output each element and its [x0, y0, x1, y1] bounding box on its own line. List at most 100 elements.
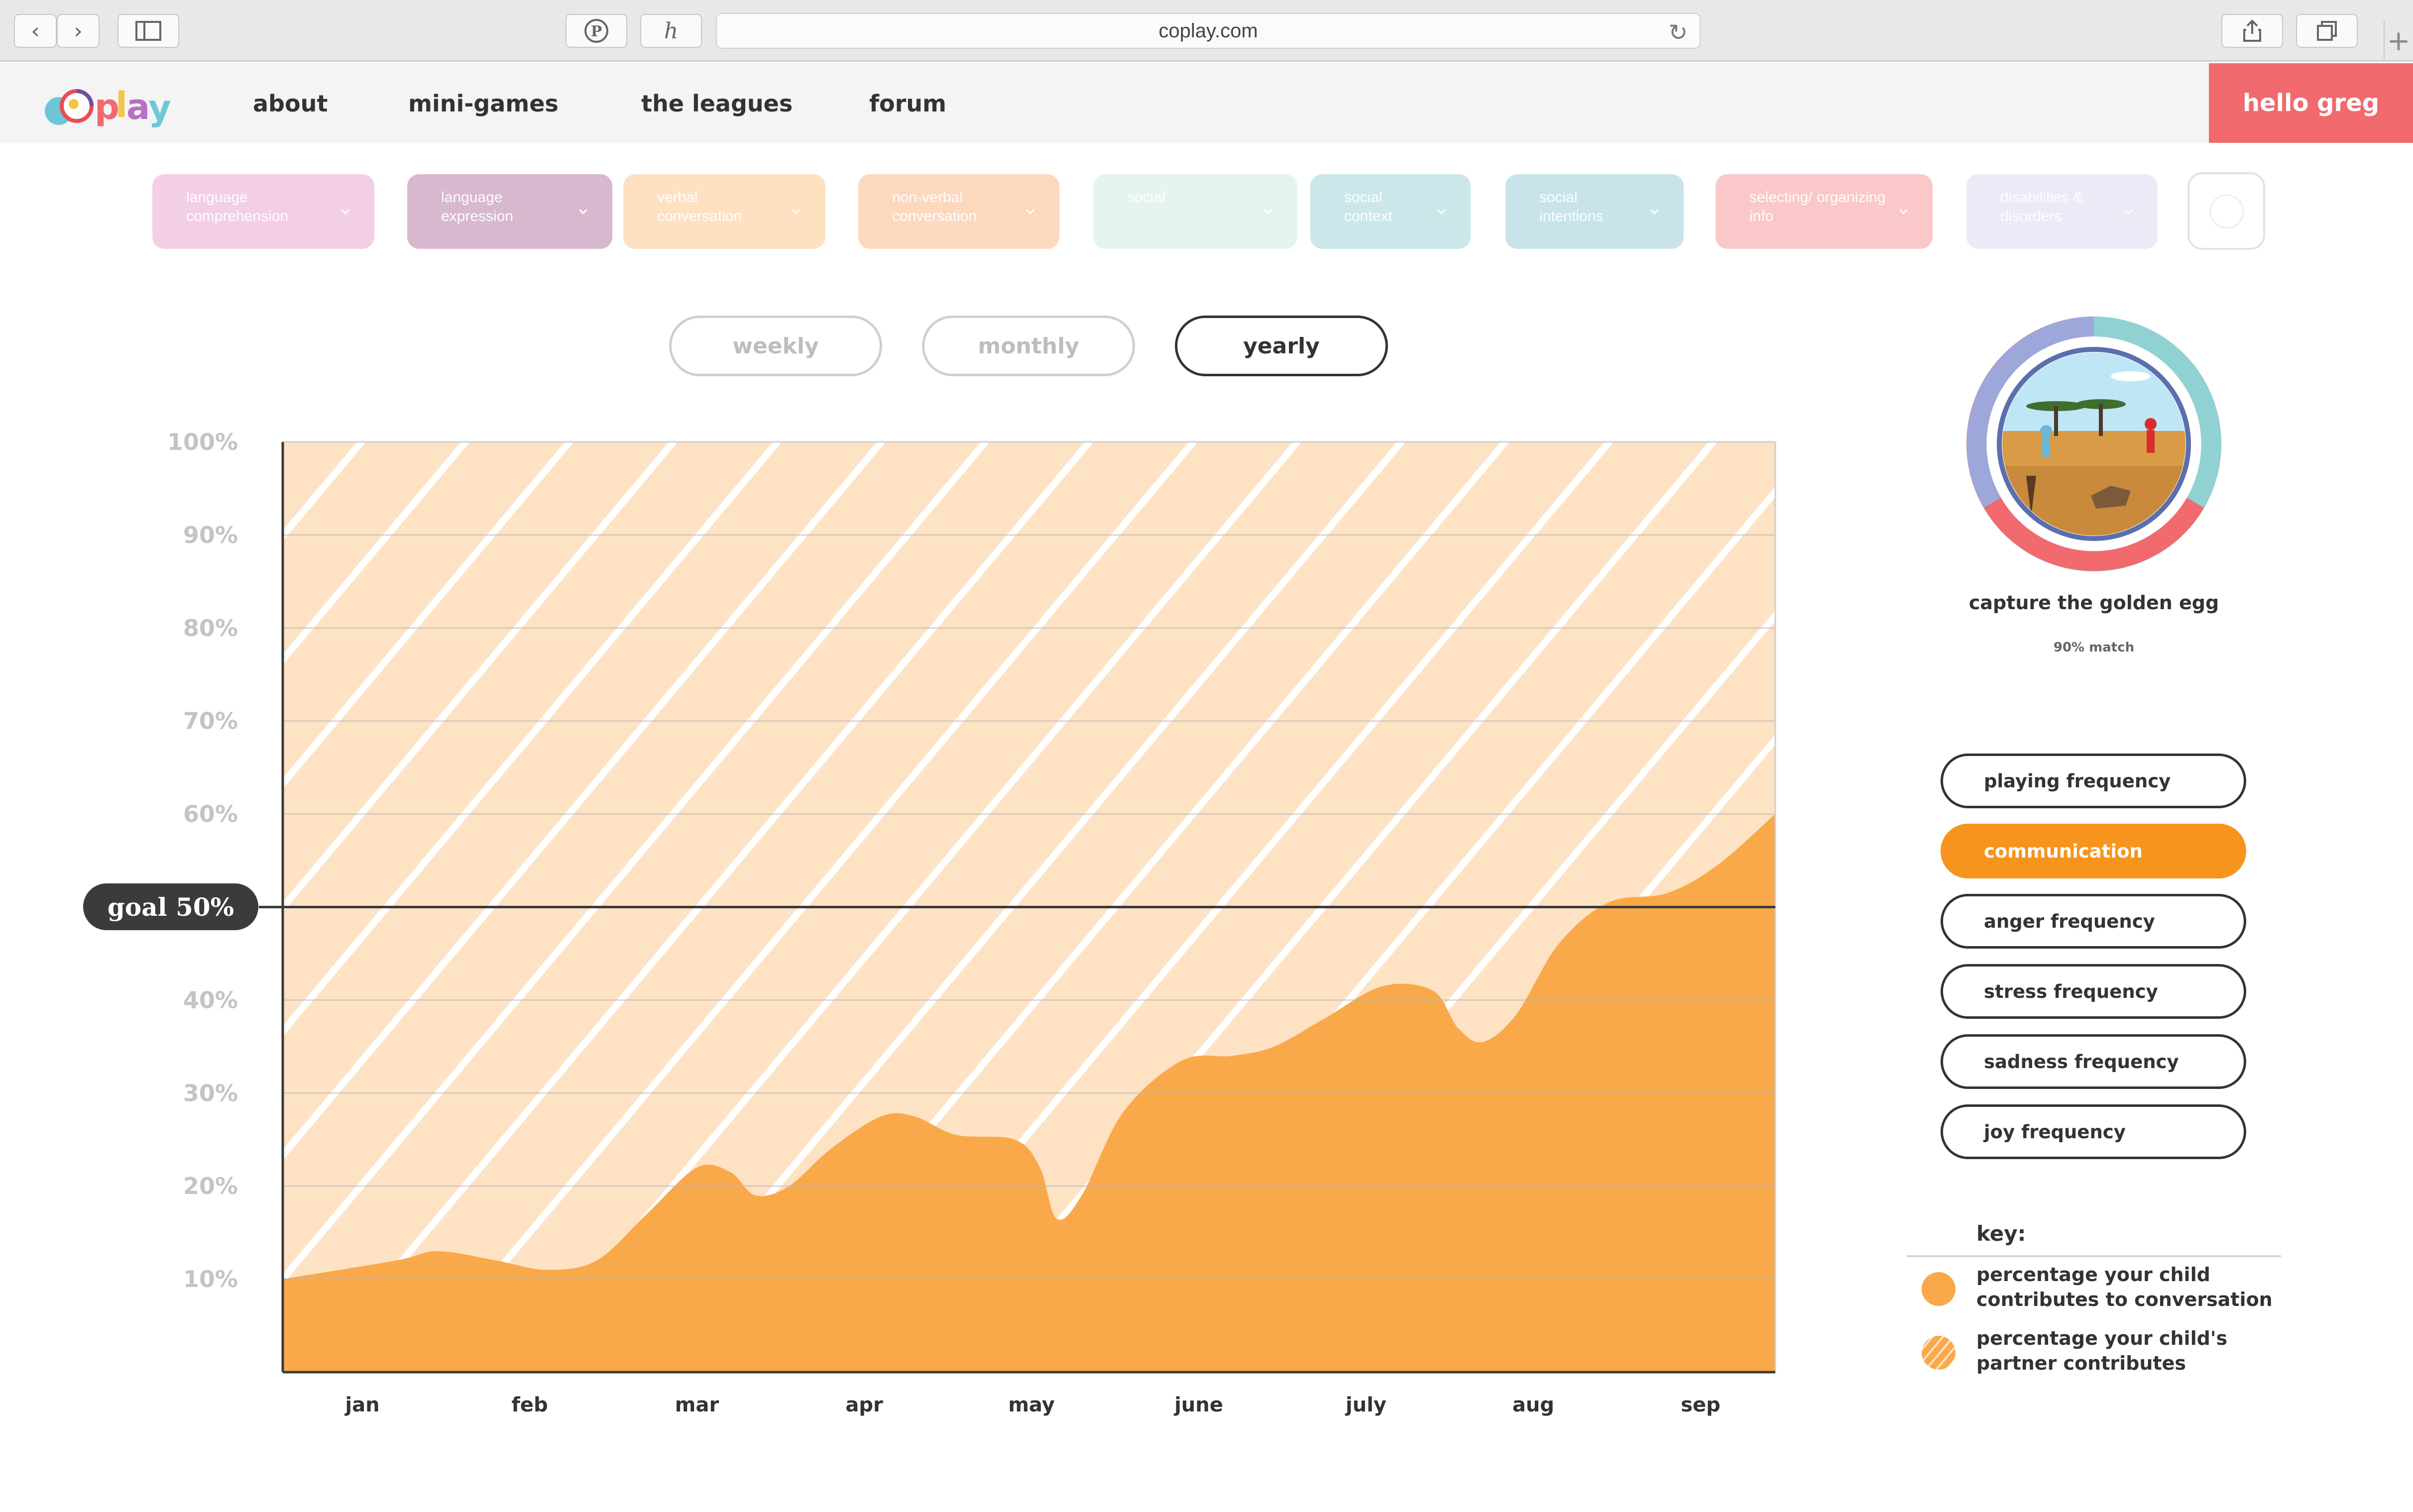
circle-icon — [2209, 194, 2244, 229]
key-solid-label: percentage your child contributes to con… — [1976, 1264, 2273, 1310]
metric-anger-frequency-button[interactable]: anger frequency — [1941, 894, 2246, 949]
y-tick-label: 40% — [183, 986, 238, 1013]
chevron-down-icon: ⌄ — [1895, 197, 1912, 218]
chevron-down-icon: ⌄ — [337, 197, 353, 218]
pinterest-icon: P — [584, 19, 608, 43]
mini-game-thumbnail[interactable] — [1966, 317, 2221, 571]
x-tick-label: sep — [1681, 1394, 1721, 1416]
chevron-down-icon: ⌄ — [1646, 197, 1663, 218]
y-tick-label: 60% — [183, 801, 238, 828]
plus-icon: + — [2387, 24, 2411, 57]
add-filter-button[interactable] — [2187, 172, 2265, 250]
svg-text:l: l — [115, 85, 125, 125]
chevron-down-icon: ⌄ — [1022, 197, 1038, 218]
nav-the-leagues[interactable]: the leagues — [641, 90, 793, 117]
user-greeting-button[interactable]: hello greg — [2209, 63, 2413, 143]
filter-chip-label: social intentions — [1539, 189, 1604, 224]
logo-mark: p l a y — [45, 85, 173, 128]
tabs-icon — [2317, 21, 2337, 41]
nav-about[interactable]: about — [253, 90, 328, 117]
filter-chip-label: verbal conversation — [657, 189, 742, 224]
y-tick-label: 70% — [183, 708, 238, 735]
chevron-down-icon: ⌄ — [1260, 197, 1276, 218]
coplay-logo[interactable]: p l a y — [39, 83, 173, 133]
filter-chip-4[interactable]: non-verbal conversation ⌄ — [858, 174, 1059, 249]
filter-chip-label: language comprehension — [186, 189, 289, 224]
key-striped-label: percentage your child's partner contribu… — [1976, 1327, 2228, 1374]
metric-sadness-frequency-button[interactable]: sadness frequency — [1941, 1034, 2246, 1089]
chevron-left-icon: ‹ — [31, 18, 40, 44]
svg-text:y: y — [148, 88, 171, 128]
filter-chip-8[interactable]: selecting/ organizing info ⌄ — [1716, 174, 1933, 249]
game-match: 90% match — [2053, 640, 2135, 655]
x-axis-tick-labels: jan feb mar apr may june july aug sep — [344, 1394, 1720, 1416]
share-icon — [2243, 19, 2261, 42]
metric-playing-frequency-button[interactable]: playing frequency — [1941, 754, 2246, 808]
url-text: coplay.com — [1158, 19, 1258, 42]
reload-icon[interactable]: ↻ — [1668, 19, 1688, 46]
chevron-right-icon: › — [74, 18, 83, 44]
period-yearly-button[interactable]: yearly — [1175, 316, 1388, 376]
y-axis-tick-labels: 100% 90% 80% 70% 60% 40% 30% 20% 10% — [167, 429, 238, 1293]
x-tick-label: july — [1345, 1394, 1386, 1416]
share-button[interactable] — [2221, 14, 2283, 48]
y-tick-label: 90% — [183, 522, 238, 548]
chevron-down-icon: ⌄ — [788, 197, 804, 218]
filter-chip-label: language expression — [441, 189, 514, 224]
filter-chip-5[interactable]: social ⌄ — [1093, 174, 1297, 249]
filter-chip-label: disabilities & disorders — [2000, 189, 2083, 224]
chevron-down-icon: ⌄ — [1433, 197, 1450, 218]
browser-toolbar: ‹ › P h coplay.com ↻ + — [0, 0, 2413, 62]
filter-chip-label: non-verbal conversation — [892, 189, 977, 224]
key-striped-swatch — [1922, 1336, 1955, 1370]
metric-joy-frequency-button[interactable]: joy frequency — [1941, 1104, 2246, 1159]
filter-chip-label: social context — [1344, 189, 1392, 224]
goal-badge: goal 50% — [83, 883, 258, 930]
sidebar-icon — [135, 21, 161, 41]
chevron-down-icon: ⌄ — [575, 197, 591, 218]
filter-chip-3[interactable]: verbal conversation ⌄ — [623, 174, 825, 249]
x-tick-label: june — [1173, 1394, 1223, 1416]
y-tick-label: 100% — [167, 429, 238, 455]
filter-chip-label: social — [1127, 189, 1165, 206]
key-solid-swatch — [1922, 1272, 1955, 1306]
filter-chip-2[interactable]: language expression ⌄ — [407, 174, 612, 249]
key-title: key: — [1976, 1221, 2026, 1246]
nav-forum[interactable]: forum — [869, 90, 946, 117]
chevron-down-icon: ⌄ — [2120, 197, 2137, 218]
y-tick-label: 10% — [183, 1266, 238, 1293]
tabs-button[interactable] — [2296, 14, 2358, 48]
y-tick-label: 20% — [183, 1173, 238, 1199]
filter-chip-1[interactable]: language comprehension ⌄ — [152, 174, 374, 249]
filter-chip-6[interactable]: social context ⌄ — [1310, 174, 1471, 249]
extension-button[interactable]: h — [640, 14, 702, 48]
nav-mini-games[interactable]: mini-games — [408, 90, 559, 117]
y-tick-label: 80% — [183, 615, 238, 642]
address-bar[interactable]: coplay.com ↻ — [716, 13, 1701, 49]
pinterest-button[interactable]: P — [566, 14, 627, 48]
metric-communication-button[interactable]: communication — [1941, 824, 2246, 878]
communication-area-chart: 100% 90% 80% 70% 60% 40% 30% 20% 10% jan feb mar ap… — [167, 429, 1776, 1416]
extension-icon: h — [664, 18, 679, 44]
filter-chip-9[interactable]: disabilities & disorders ⌄ — [1966, 174, 2158, 249]
period-monthly-button[interactable]: monthly — [922, 316, 1135, 376]
forward-button[interactable]: › — [57, 14, 100, 48]
x-tick-label: apr — [845, 1394, 883, 1416]
svg-text:a: a — [126, 87, 148, 127]
back-button[interactable]: ‹ — [14, 14, 57, 48]
x-tick-label: may — [1008, 1394, 1055, 1416]
sidebar-toggle-button[interactable] — [117, 14, 179, 48]
x-tick-label: jan — [344, 1394, 379, 1416]
game-title: capture the golden egg — [1968, 592, 2219, 614]
metric-stress-frequency-button[interactable]: stress frequency — [1941, 964, 2246, 1019]
svg-text:p: p — [95, 87, 118, 127]
period-weekly-button[interactable]: weekly — [669, 316, 882, 376]
key-divider — [1907, 1255, 2281, 1257]
x-tick-label: mar — [675, 1394, 719, 1416]
site-nav: p l a y about mini-games the leagues for… — [0, 63, 2413, 143]
y-tick-label: 30% — [183, 1080, 238, 1106]
filter-chip-7[interactable]: social intentions ⌄ — [1505, 174, 1684, 249]
x-tick-label: feb — [511, 1394, 548, 1416]
x-tick-label: aug — [1512, 1394, 1554, 1416]
new-tab-button[interactable]: + — [2384, 20, 2413, 62]
